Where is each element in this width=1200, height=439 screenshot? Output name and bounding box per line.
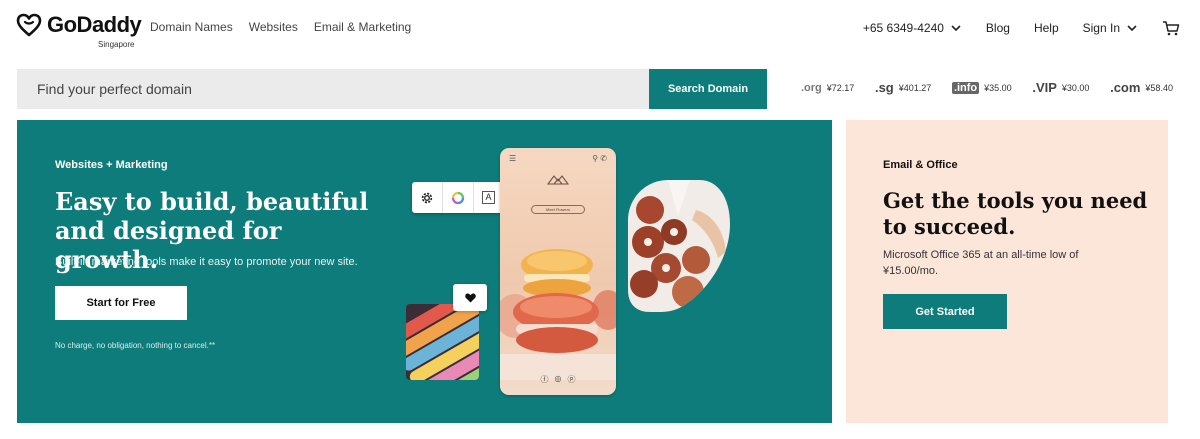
promo-card-email-office: Email & Office Get the tools you need to… bbox=[846, 120, 1168, 423]
font-icon: A bbox=[482, 191, 495, 204]
main-nav: Domain Names Websites Email & Marketing bbox=[150, 20, 411, 34]
sign-in-dropdown[interactable]: Sign In bbox=[1083, 21, 1138, 35]
nav-item-email-marketing[interactable]: Email & Marketing bbox=[314, 20, 411, 34]
sign-in-label: Sign In bbox=[1082, 21, 1120, 35]
cart-button[interactable] bbox=[1162, 19, 1180, 37]
promo-subtitle: Microsoft Office 365 at an all-time low … bbox=[883, 249, 1079, 277]
macaron-rows-image bbox=[406, 304, 479, 380]
blog-label: Blog bbox=[985, 21, 1010, 35]
hero-eyebrow: Websites + Marketing bbox=[55, 159, 168, 171]
search-phone-icons: ⚲ ✆ bbox=[592, 153, 607, 163]
logo[interactable]: GoDaddy bbox=[16, 12, 142, 38]
phone-preview: ☰ ⚲ ✆ Meet Flowers ⓕ ◎ ⓟ bbox=[500, 148, 616, 395]
brand-name: GoDaddy bbox=[47, 12, 142, 37]
promo-title: Get the tools you need to succeed. bbox=[883, 188, 1148, 239]
phone-cta-pill: Meet Flowers bbox=[531, 205, 585, 214]
settings-tool[interactable] bbox=[412, 182, 443, 213]
tld-item[interactable]: .com ¥58.40 bbox=[1110, 80, 1173, 95]
godaddy-logo-icon bbox=[16, 13, 42, 37]
macaron-stack-image bbox=[500, 249, 616, 380]
tld-price: ¥35.00 bbox=[984, 82, 1012, 93]
phone-topbar: ☰ ⚲ ✆ bbox=[500, 148, 616, 168]
tld-price: ¥401.27 bbox=[898, 82, 932, 93]
bakery-logo-icon bbox=[546, 175, 570, 185]
chevron-down-icon bbox=[1127, 25, 1137, 32]
hero-banner: Websites + Marketing Easy to build, beau… bbox=[17, 120, 832, 423]
brand-region: Singapore bbox=[98, 40, 135, 49]
baking-photo bbox=[628, 180, 730, 312]
start-for-free-button[interactable]: Start for Free bbox=[55, 286, 187, 320]
tld-name: .VIP bbox=[1032, 80, 1057, 95]
promo-eyebrow: Email & Office bbox=[883, 159, 958, 171]
tld-name: .com bbox=[1110, 80, 1141, 95]
instagram-icon[interactable]: ◎ bbox=[555, 374, 562, 385]
tld-name: .org bbox=[801, 81, 822, 94]
tld-name: .info bbox=[951, 81, 980, 94]
menu-icon: ☰ bbox=[509, 153, 517, 163]
site-header: GoDaddy Singapore Domain Names Websites … bbox=[0, 0, 1200, 55]
nav-item-domain-names[interactable]: Domain Names bbox=[150, 20, 233, 34]
blog-link[interactable]: Blog bbox=[986, 21, 1010, 35]
tld-item[interactable]: .org ¥72.17 bbox=[801, 82, 854, 94]
hero-disclaimer: No charge, no obligation, nothing to can… bbox=[55, 341, 216, 350]
favorite-button[interactable] bbox=[453, 284, 487, 311]
nav-item-websites[interactable]: Websites bbox=[249, 20, 298, 34]
chevron-down-icon bbox=[951, 25, 961, 32]
tld-price: ¥72.17 bbox=[826, 82, 855, 93]
tld-item[interactable]: .VIP ¥30.00 bbox=[1032, 80, 1089, 95]
phone-number: +65 6349-4240 bbox=[862, 21, 944, 35]
facebook-icon[interactable]: ⓕ bbox=[541, 374, 549, 385]
gear-icon bbox=[421, 192, 433, 203]
tld-item[interactable]: .info ¥35.00 bbox=[951, 81, 1012, 94]
tld-price: ¥30.00 bbox=[1061, 82, 1090, 93]
search-domain-button[interactable]: Search Domain bbox=[649, 69, 767, 109]
cart-icon bbox=[1163, 21, 1180, 36]
help-link[interactable]: Help bbox=[1034, 21, 1059, 35]
color-tool[interactable] bbox=[443, 182, 474, 213]
get-started-button[interactable]: Get Started bbox=[883, 294, 1007, 329]
hero-subtitle: Built-in marketing tools make it easy to… bbox=[55, 256, 358, 268]
tld-price-list: .org ¥72.17 .sg ¥401.27 .info ¥35.00 .VI… bbox=[801, 80, 1173, 95]
tld-item[interactable]: .sg ¥401.27 bbox=[875, 80, 931, 95]
social-icons: ⓕ ◎ ⓟ bbox=[500, 374, 616, 385]
tld-name: .sg bbox=[874, 80, 894, 95]
header-right-nav: +65 6349-4240 Blog Help Sign In bbox=[863, 19, 1180, 37]
domain-search-input[interactable] bbox=[17, 69, 649, 109]
pinterest-icon[interactable]: ⓟ bbox=[567, 374, 575, 385]
color-wheel-icon bbox=[451, 191, 465, 204]
tld-price: ¥58.40 bbox=[1145, 82, 1173, 93]
heart-icon bbox=[464, 293, 476, 302]
help-label: Help bbox=[1033, 21, 1059, 35]
macarons-photo bbox=[406, 304, 479, 380]
phone-dropdown[interactable]: +65 6349-4240 bbox=[863, 21, 962, 35]
